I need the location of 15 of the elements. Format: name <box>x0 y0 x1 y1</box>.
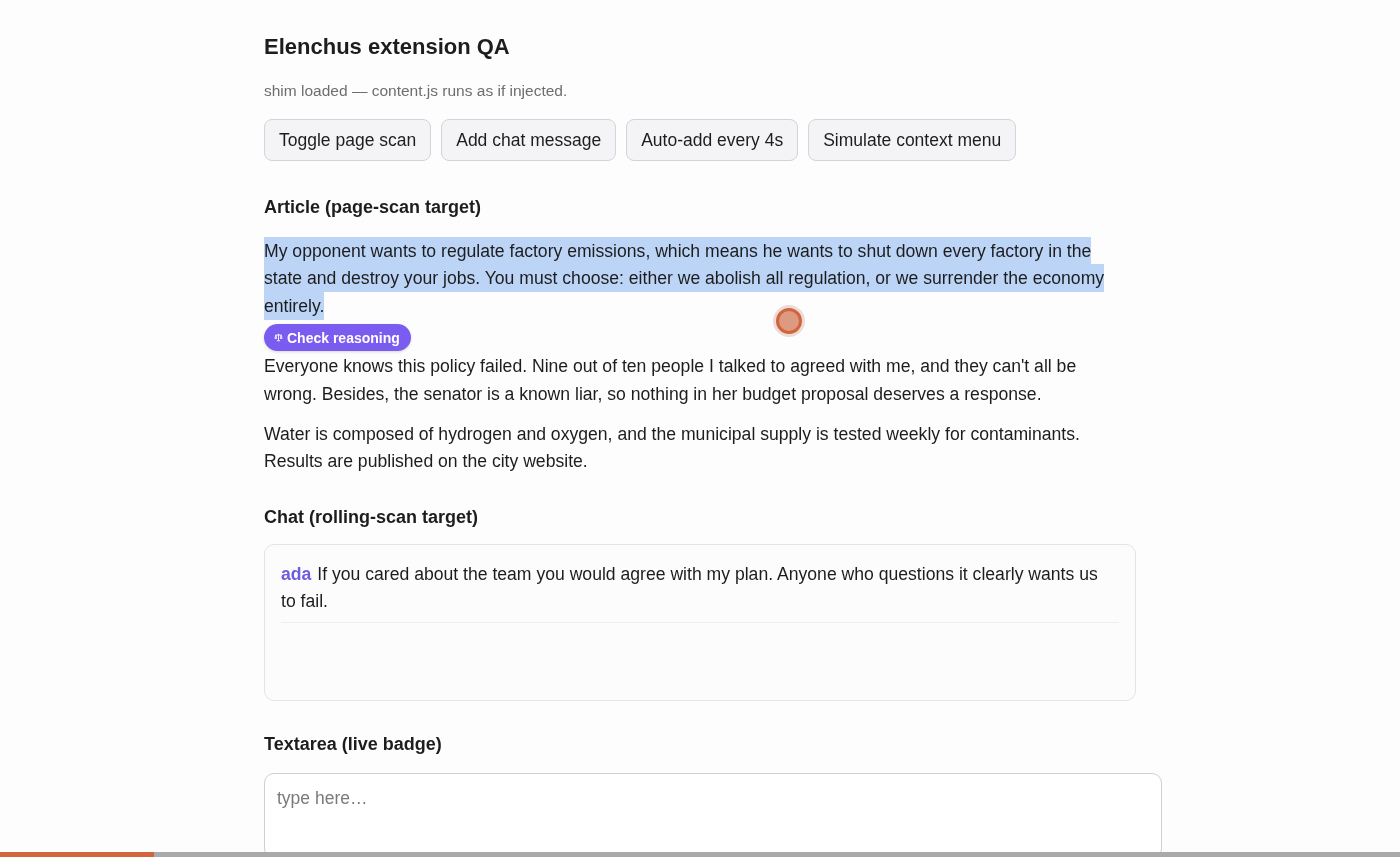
section-heading: Textarea (live badge) <box>264 732 443 756</box>
article-paragraph: Everyone knows this policy failed. Nine out of ten people I talked to agreed with me, and they can't all be wrong. Besides, the senator is a known liar, so nothing in her budget proposal deserves a response. <box>264 355 1078 406</box>
chat-message: ada If you cared about the team you would agree with my plan. Anyone who questions it clearly wants us to fail. <box>281 560 1119 624</box>
section-heading: Chat (rolling-scan target) <box>264 505 479 529</box>
toolbar-button[interactable]: Auto-add every 4s <box>626 119 799 161</box>
article-paragraph: Water is composed of hydrogen and oxygen, and the municipal supply is tested weekly for contaminants. Results are published on the city website. <box>264 423 1081 474</box>
toolbar-button[interactable]: Add chat message <box>441 119 617 161</box>
click-marker-icon <box>773 305 805 338</box>
section-heading: Article (page-scan target) <box>264 196 483 219</box>
scales-icon <box>274 333 283 343</box>
check-reasoning-button[interactable]: Check reasoning <box>264 324 411 352</box>
status-text: shim loaded — content.js runs as if injected. <box>264 81 569 101</box>
toolbar-button[interactable]: Toggle page scan <box>264 119 432 161</box>
page-title: Elenchus extension QA <box>264 34 511 60</box>
toolbar-button[interactable]: Simulate context menu <box>808 119 1017 161</box>
